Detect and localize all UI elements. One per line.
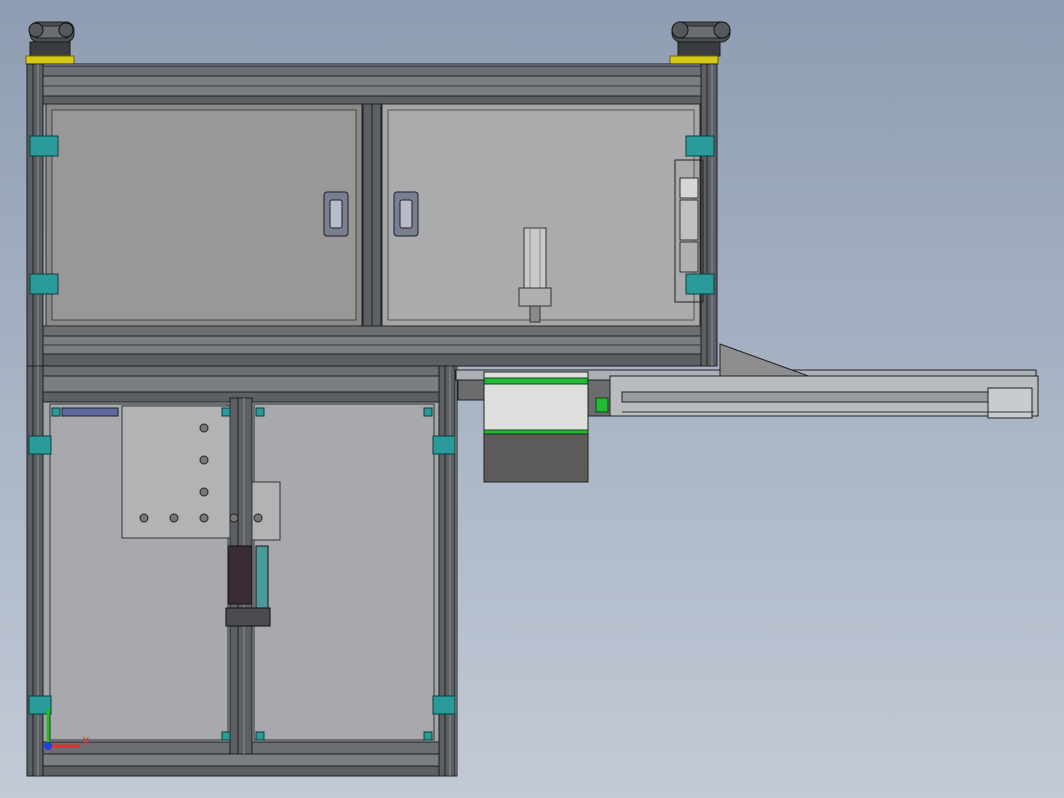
linear-actuator [225,545,271,627]
triad-x-label: X [82,735,90,748]
cad-viewport[interactable]: X [0,0,1064,798]
conveyor-box [457,371,611,483]
caster-right [669,21,731,65]
door-left[interactable] [45,103,363,327]
caster-left [25,21,75,65]
triad-z-axis [44,742,52,750]
machine-drawing[interactable]: X [0,0,1064,798]
panel-lower-right [253,403,435,741]
